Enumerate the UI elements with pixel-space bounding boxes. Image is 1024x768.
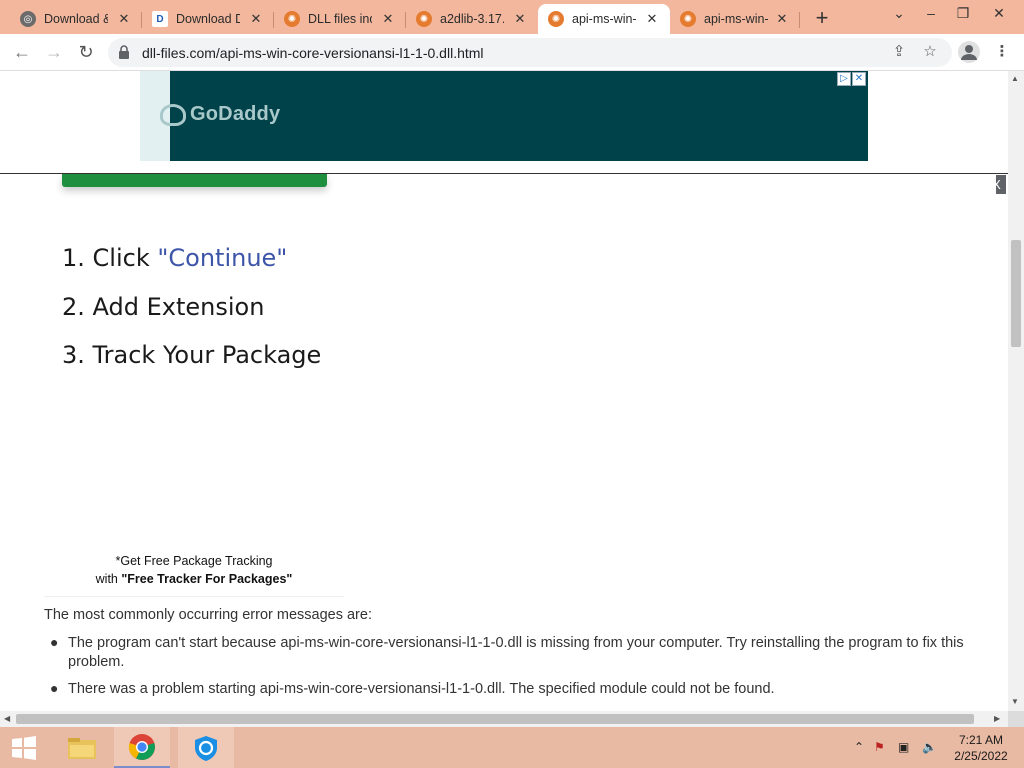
volume-muted-icon[interactable]: 🔈 — [922, 740, 937, 754]
browser-toolbar: ← → ↻ dll-files.com/api-ms-win-core-vers… — [0, 34, 1024, 71]
ad-choices[interactable]: ▷ ✕ — [836, 72, 866, 86]
ad-close-icon[interactable]: ✕ — [852, 72, 866, 86]
restore-icon[interactable]: ❐ — [948, 5, 978, 22]
clock-date: 2/25/2022 — [954, 749, 1008, 763]
step-2: 2. Add Extension — [62, 293, 264, 321]
tab-dll-files-index[interactable]: ✺ DLL files inde ✕ — [274, 4, 406, 34]
chrome-icon: ◎ — [20, 11, 36, 27]
tab-strip: ◎ Download & ✕ D Download D ✕ ✺ DLL file… — [0, 0, 1024, 34]
clock-time: 7:21 AM — [958, 733, 1004, 747]
tab-a2dlib[interactable]: ✺ a2dlib-3.17.z ✕ — [406, 4, 538, 34]
action-center-flag-icon[interactable]: ⚑ — [874, 740, 885, 754]
main-content: 1. Click "Continue" 2. Add Extension 3. … — [28, 174, 996, 711]
minimize-icon[interactable]: – — [916, 5, 946, 21]
start-button[interactable] — [0, 727, 48, 768]
page-viewport: GoDaddy ▷ ✕ X 1. Click "Continue" 2. Add… — [0, 71, 1008, 711]
scroll-left-icon[interactable]: ◀ — [4, 714, 10, 723]
forward-arrow-icon[interactable]: → — [42, 40, 66, 64]
tab-title: api-ms-win- — [572, 12, 636, 26]
share-icon[interactable]: ⇪ — [888, 41, 910, 63]
scroll-down-icon[interactable]: ▼ — [1011, 697, 1019, 706]
new-tab-button[interactable]: + — [810, 5, 834, 31]
tracker-note-with: with — [95, 572, 122, 586]
close-tab-icon[interactable]: ✕ — [116, 11, 132, 27]
tab-separator — [799, 12, 800, 28]
bookmark-star-icon[interactable]: ☆ — [919, 41, 941, 63]
tracker-name: "Free Tracker For Packages" — [121, 572, 293, 586]
tab-title: Download D — [176, 12, 240, 26]
scroll-right-icon[interactable]: ▶ — [994, 714, 1000, 723]
scrollbar-corner — [1008, 711, 1024, 727]
chrome-taskbar-button[interactable] — [114, 727, 170, 768]
close-tab-icon[interactable]: ✕ — [644, 11, 660, 27]
lock-icon — [119, 45, 129, 59]
vpn-app-button[interactable] — [178, 727, 234, 768]
vertical-scroll-thumb[interactable] — [1011, 240, 1021, 347]
back-arrow-icon[interactable]: ← — [10, 40, 34, 64]
ad-creative[interactable]: GoDaddy ▷ ✕ — [140, 71, 868, 161]
tracker-note-line2: with "Free Tracker For Packages" — [44, 570, 344, 588]
screen: ◎ Download & ✕ D Download D ✕ ✺ DLL file… — [0, 0, 1024, 768]
tab-api-ms-win[interactable]: ✺ api-ms-win- ✕ — [670, 4, 800, 34]
tab-title: DLL files inde — [308, 12, 372, 26]
tab-title: a2dlib-3.17.z — [440, 12, 504, 26]
horizontal-scroll-thumb[interactable] — [16, 714, 974, 724]
show-hidden-icons-icon[interactable]: ⌃ — [854, 740, 864, 754]
taskbar: ⌃ ⚑ ▣ 🔈 7:21 AM 2/25/2022 — [0, 727, 1024, 768]
tab-title: Download & — [44, 12, 108, 26]
dll-files-icon: ✺ — [548, 11, 564, 27]
tab-api-ms-win-active[interactable]: ✺ api-ms-win- ✕ — [538, 4, 670, 34]
profile-avatar-icon[interactable] — [958, 41, 980, 63]
chrome-icon — [128, 733, 155, 760]
tracker-note-line1: *Get Free Package Tracking — [115, 554, 273, 568]
network-icon[interactable]: ▣ — [898, 740, 909, 754]
file-explorer-button[interactable] — [54, 727, 110, 768]
step-3-text: 3. Track Your Package — [62, 341, 322, 369]
bullet-icon: ● — [50, 680, 59, 696]
tab-title: api-ms-win- — [704, 12, 768, 26]
windows-logo-icon — [12, 735, 36, 760]
shield-icon — [195, 735, 217, 761]
ad-banner: GoDaddy ▷ ✕ — [0, 71, 1008, 174]
dll-files-icon: ✺ — [416, 11, 432, 27]
error-message-2: There was a problem starting api-ms-win-… — [68, 681, 775, 697]
system-clock[interactable]: 7:21 AM 2/25/2022 — [946, 732, 1016, 764]
address-bar[interactable]: dll-files.com/api-ms-win-core-versionans… — [108, 38, 952, 67]
dll-download-icon: D — [152, 11, 168, 27]
bullet-icon: ● — [50, 634, 59, 650]
reload-icon[interactable]: ↻ — [74, 40, 98, 64]
step-3: 3. Track Your Package — [62, 341, 321, 369]
close-tab-icon[interactable]: ✕ — [380, 11, 396, 27]
step-1: 1. Click "Continue" — [62, 244, 287, 272]
errors-intro: The most commonly occurring error messag… — [44, 607, 372, 623]
horizontal-scrollbar[interactable]: ◀ ▶ — [0, 711, 1008, 727]
adchoices-icon[interactable]: ▷ — [837, 72, 851, 86]
close-tab-icon[interactable]: ✕ — [774, 11, 790, 27]
close-tab-icon[interactable]: ✕ — [512, 11, 528, 27]
close-window-icon[interactable]: ✕ — [984, 5, 1014, 22]
ad-brand-text: GoDaddy — [190, 103, 281, 125]
tracker-note: *Get Free Package Tracking with "Free Tr… — [44, 552, 344, 588]
continue-link[interactable]: "Continue" — [157, 244, 287, 272]
vertical-scrollbar[interactable]: ▲ ▼ — [1008, 71, 1024, 711]
divider — [44, 596, 344, 597]
dll-files-icon: ✺ — [680, 11, 696, 27]
folder-icon — [68, 737, 96, 759]
tab-download-2[interactable]: D Download D ✕ — [142, 4, 274, 34]
step-2-text: 2. Add Extension — [62, 293, 265, 321]
error-message-1: The program can't start because api-ms-w… — [68, 635, 964, 670]
close-tab-icon[interactable]: ✕ — [248, 11, 264, 27]
person-icon — [961, 45, 977, 60]
tab-download-1[interactable]: ◎ Download & ✕ — [10, 4, 142, 34]
godaddy-logo-icon — [160, 103, 186, 126]
tab-search-chevron-icon[interactable]: ⌄ — [884, 5, 914, 22]
url-text[interactable]: dll-files.com/api-ms-win-core-versionans… — [142, 45, 484, 61]
menu-kebab-icon[interactable]: ⋮ — [991, 41, 1013, 63]
scroll-up-icon[interactable]: ▲ — [1011, 74, 1019, 83]
download-button[interactable] — [62, 174, 327, 187]
dll-files-icon: ✺ — [284, 11, 300, 27]
step-1-text: 1. Click — [62, 244, 158, 272]
ad-logo: GoDaddy — [160, 103, 280, 126]
